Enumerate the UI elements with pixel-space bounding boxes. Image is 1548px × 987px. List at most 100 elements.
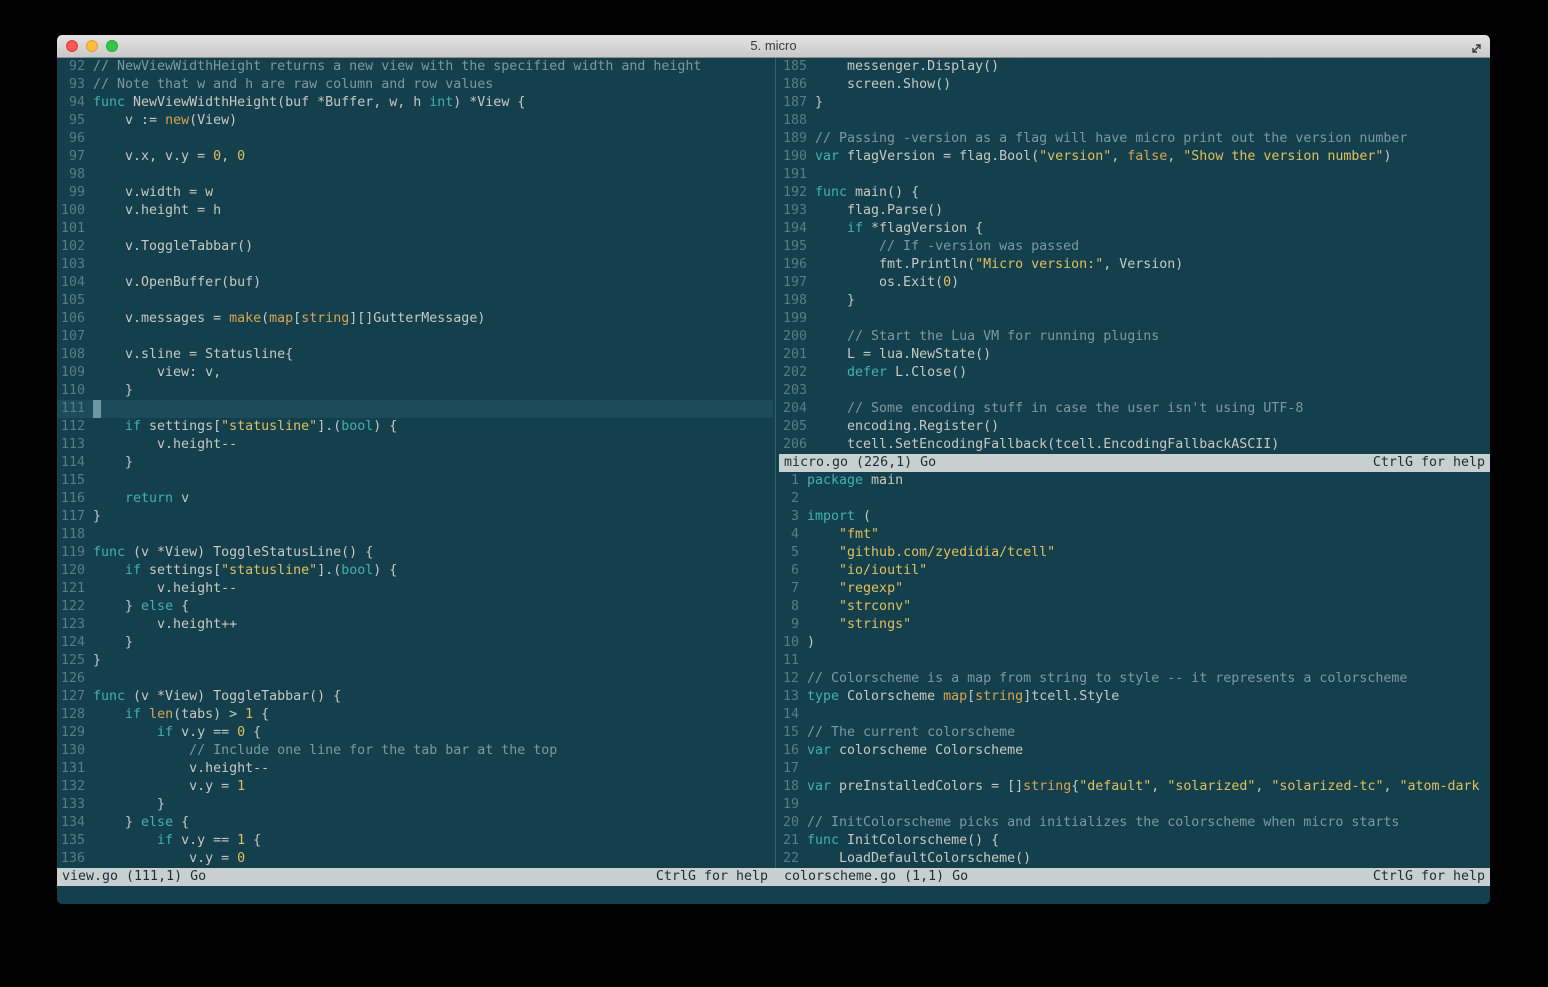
code-line[interactable]: 11: [779, 652, 1490, 670]
code-line[interactable]: 202 defer L.Close(): [779, 364, 1490, 382]
code-line[interactable]: 129 if v.y == 0 {: [57, 724, 773, 742]
code-line[interactable]: 128 if len(tabs) > 1 {: [57, 706, 773, 724]
code-line[interactable]: 197 os.Exit(0): [779, 274, 1490, 292]
code-line[interactable]: 192func main() {: [779, 184, 1490, 202]
code-line[interactable]: 116 return v: [57, 490, 773, 508]
code-line[interactable]: 93// Note that w and h are raw column an…: [57, 76, 773, 94]
code-line[interactable]: 114 }: [57, 454, 773, 472]
code-line[interactable]: 198 }: [779, 292, 1490, 310]
code-line[interactable]: 104 v.OpenBuffer(buf): [57, 274, 773, 292]
code-text: tcell.SetEncodingFallback(tcell.Encoding…: [815, 436, 1279, 454]
code-line[interactable]: 20// InitColorscheme picks and initializ…: [779, 814, 1490, 832]
code-line[interactable]: 96: [57, 130, 773, 148]
code-line[interactable]: 2: [779, 490, 1490, 508]
code-line[interactable]: 5 "github.com/zyedidia/tcell": [779, 544, 1490, 562]
code-line[interactable]: 119func (v *View) ToggleStatusLine() {: [57, 544, 773, 562]
code-line[interactable]: 134 } else {: [57, 814, 773, 832]
code-line[interactable]: 108 v.sline = Statusline{: [57, 346, 773, 364]
pane-colorscheme[interactable]: 1package main23import (4 "fmt"5 "github.…: [779, 472, 1490, 868]
code-line[interactable]: 111: [57, 400, 773, 418]
code-line[interactable]: 18var preInstalledColors = []string{"def…: [779, 778, 1490, 796]
code-line[interactable]: 199: [779, 310, 1490, 328]
code-line[interactable]: 113 v.height--: [57, 436, 773, 454]
code-line[interactable]: 122 } else {: [57, 598, 773, 616]
code-line[interactable]: 3import (: [779, 508, 1490, 526]
window-titlebar[interactable]: 5. micro: [57, 35, 1490, 58]
code-line[interactable]: 200 // Start the Lua VM for running plug…: [779, 328, 1490, 346]
code-line[interactable]: 189// Passing -version as a flag will ha…: [779, 130, 1490, 148]
code-line[interactable]: 14: [779, 706, 1490, 724]
code-text: os.Exit(0): [815, 274, 959, 292]
code-line[interactable]: 97 v.x, v.y = 0, 0: [57, 148, 773, 166]
code-line[interactable]: 94func NewViewWidthHeight(buf *Buffer, w…: [57, 94, 773, 112]
code-line[interactable]: 98: [57, 166, 773, 184]
code-line[interactable]: 133 }: [57, 796, 773, 814]
code-line[interactable]: 99 v.width = w: [57, 184, 773, 202]
code-line[interactable]: 10): [779, 634, 1490, 652]
code-line[interactable]: 125}: [57, 652, 773, 670]
code-line[interactable]: 4 "fmt": [779, 526, 1490, 544]
code-line[interactable]: 9 "strings": [779, 616, 1490, 634]
code-line[interactable]: 102 v.ToggleTabbar(): [57, 238, 773, 256]
code-line[interactable]: 194 if *flagVersion {: [779, 220, 1490, 238]
code-line[interactable]: 191: [779, 166, 1490, 184]
code-line[interactable]: 12// Colorscheme is a map from string to…: [779, 670, 1490, 688]
code-line[interactable]: 124 }: [57, 634, 773, 652]
code-line[interactable]: 127func (v *View) ToggleTabbar() {: [57, 688, 773, 706]
code-line[interactable]: 16var colorscheme Colorscheme: [779, 742, 1490, 760]
code-line[interactable]: 118: [57, 526, 773, 544]
code-line[interactable]: 107: [57, 328, 773, 346]
code-line[interactable]: 105: [57, 292, 773, 310]
code-line[interactable]: 103: [57, 256, 773, 274]
code-line[interactable]: 185 messenger.Display(): [779, 58, 1490, 76]
code-line[interactable]: 22 LoadDefaultColorscheme(): [779, 850, 1490, 868]
code-line[interactable]: 132 v.y = 1: [57, 778, 773, 796]
pane-micro[interactable]: 185 messenger.Display()186 screen.Show()…: [779, 58, 1490, 454]
code-line[interactable]: 101: [57, 220, 773, 238]
code-line[interactable]: 109 view: v,: [57, 364, 773, 382]
code-line[interactable]: 123 v.height++: [57, 616, 773, 634]
code-line[interactable]: 100 v.height = h: [57, 202, 773, 220]
pane-view[interactable]: 92// NewViewWidthHeight returns a new vi…: [57, 58, 773, 868]
code-line[interactable]: 190var flagVersion = flag.Bool("version"…: [779, 148, 1490, 166]
code-line[interactable]: 19: [779, 796, 1490, 814]
code-line[interactable]: 110 }: [57, 382, 773, 400]
code-line[interactable]: 136 v.y = 0: [57, 850, 773, 868]
code-line[interactable]: 130 // Include one line for the tab bar …: [57, 742, 773, 760]
code-line[interactable]: 8 "strconv": [779, 598, 1490, 616]
code-line[interactable]: 135 if v.y == 1 {: [57, 832, 773, 850]
code-line[interactable]: 112 if settings["statusline"].(bool) {: [57, 418, 773, 436]
code-line[interactable]: 121 v.height--: [57, 580, 773, 598]
code-line[interactable]: 117}: [57, 508, 773, 526]
code-line[interactable]: 1package main: [779, 472, 1490, 490]
split-divider[interactable]: [773, 58, 779, 868]
code-line[interactable]: 92// NewViewWidthHeight returns a new vi…: [57, 58, 773, 76]
code-line[interactable]: 206 tcell.SetEncodingFallback(tcell.Enco…: [779, 436, 1490, 454]
code-line[interactable]: 204 // Some encoding stuff in case the u…: [779, 400, 1490, 418]
line-number: 187: [779, 94, 815, 112]
code-line[interactable]: 115: [57, 472, 773, 490]
code-line[interactable]: 201 L = lua.NewState(): [779, 346, 1490, 364]
line-number: 110: [57, 382, 93, 400]
code-line[interactable]: 6 "io/ioutil": [779, 562, 1490, 580]
code-line[interactable]: 188: [779, 112, 1490, 130]
code-line[interactable]: 196 fmt.Println("Micro version:", Versio…: [779, 256, 1490, 274]
code-line[interactable]: 203: [779, 382, 1490, 400]
code-line[interactable]: 131 v.height--: [57, 760, 773, 778]
code-line[interactable]: 17: [779, 760, 1490, 778]
resize-icon[interactable]: [1470, 40, 1483, 53]
code-line[interactable]: 13type Colorscheme map[string]tcell.Styl…: [779, 688, 1490, 706]
code-line[interactable]: 193 flag.Parse(): [779, 202, 1490, 220]
code-line[interactable]: 205 encoding.Register(): [779, 418, 1490, 436]
code-line[interactable]: 186 screen.Show(): [779, 76, 1490, 94]
code-line[interactable]: 195 // If -version was passed: [779, 238, 1490, 256]
code-line[interactable]: 7 "regexp": [779, 580, 1490, 598]
line-number: 113: [57, 436, 93, 454]
code-line[interactable]: 95 v := new(View): [57, 112, 773, 130]
code-line[interactable]: 126: [57, 670, 773, 688]
code-line[interactable]: 21func InitColorscheme() {: [779, 832, 1490, 850]
code-line[interactable]: 120 if settings["statusline"].(bool) {: [57, 562, 773, 580]
code-line[interactable]: 187}: [779, 94, 1490, 112]
code-line[interactable]: 106 v.messages = make(map[string][]Gutte…: [57, 310, 773, 328]
code-line[interactable]: 15// The current colorscheme: [779, 724, 1490, 742]
